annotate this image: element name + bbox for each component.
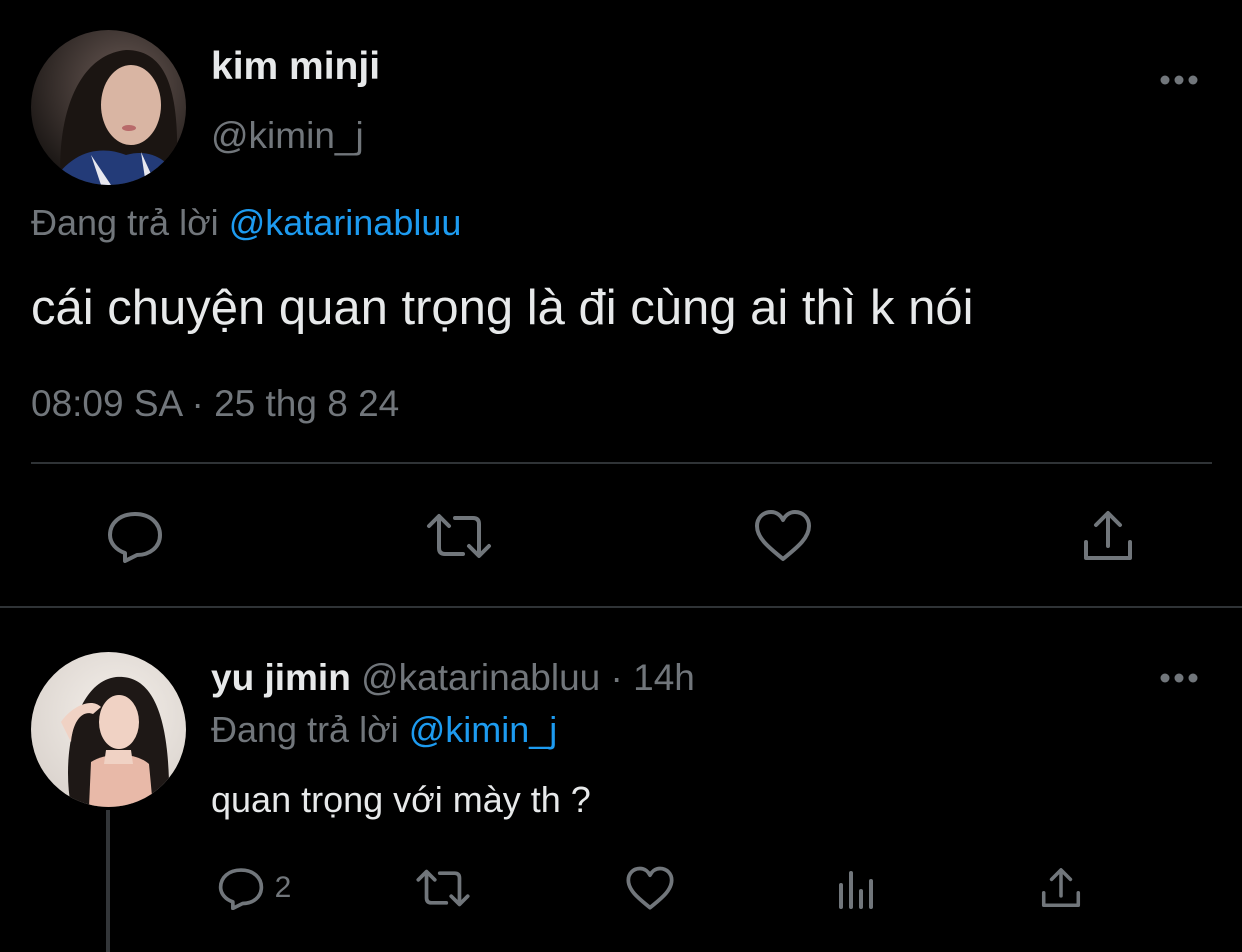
retweet-button[interactable] (412, 862, 474, 914)
like-button[interactable] (748, 503, 818, 569)
tweet-timestamp[interactable]: 08:09 SA · 25 thg 8 24 (31, 380, 399, 428)
retweet-icon (416, 869, 470, 907)
reply-icon (218, 868, 263, 910)
author-handle[interactable]: @kimin_j (211, 112, 364, 160)
reply-time-ago[interactable]: 14h (633, 657, 695, 698)
replying-to-line: Đang trả lời @kimin_j (211, 706, 557, 754)
divider (0, 606, 1242, 608)
reply-button[interactable]: 2 (210, 862, 298, 914)
meta-separator: · (610, 657, 623, 698)
reply-header: yu jimin @katarinabluu · 14h (211, 654, 695, 702)
like-icon (626, 866, 674, 910)
share-button[interactable] (1073, 503, 1143, 569)
replying-to-link[interactable]: @katarinabluu (229, 202, 462, 243)
replying-prefix: Đang trả lời (211, 709, 399, 750)
tweet-text: cái chuyện quan trọng là đi cùng ai thì … (31, 281, 974, 335)
avatar-yu-jimin[interactable] (31, 652, 186, 807)
replying-prefix: Đang trả lời (31, 202, 219, 243)
author-name[interactable]: kim minji (211, 43, 380, 91)
analytics-icon (839, 871, 873, 909)
more-dots-icon (1160, 75, 1198, 85)
reply-count: 2 (274, 871, 292, 904)
divider (31, 462, 1212, 464)
share-icon (1041, 868, 1081, 908)
retweet-icon (427, 514, 491, 558)
reply-author-name[interactable]: yu jimin (211, 657, 351, 698)
reply-text: quan trọng với mày th ? (211, 779, 591, 820)
avatar-image (31, 30, 186, 185)
more-dots-icon (1160, 673, 1198, 683)
retweet-button[interactable] (422, 503, 496, 569)
share-button[interactable] (1036, 862, 1086, 914)
reply-author-handle[interactable]: @katarinabluu (361, 657, 600, 698)
reply-icon (108, 512, 162, 563)
more-options-button[interactable] (1157, 668, 1201, 688)
analytics-button[interactable] (832, 862, 880, 914)
more-options-button[interactable] (1157, 70, 1201, 90)
replying-to-line: Đang trả lời @katarinabluu (31, 199, 461, 247)
reply-button[interactable] (100, 503, 170, 569)
avatar-image (31, 652, 186, 807)
like-icon (755, 510, 811, 561)
share-icon (1084, 511, 1132, 560)
like-button[interactable] (622, 862, 678, 914)
thread-line (106, 810, 110, 952)
avatar-kim-minji[interactable] (31, 30, 186, 185)
replying-to-link[interactable]: @kimin_j (409, 709, 558, 750)
